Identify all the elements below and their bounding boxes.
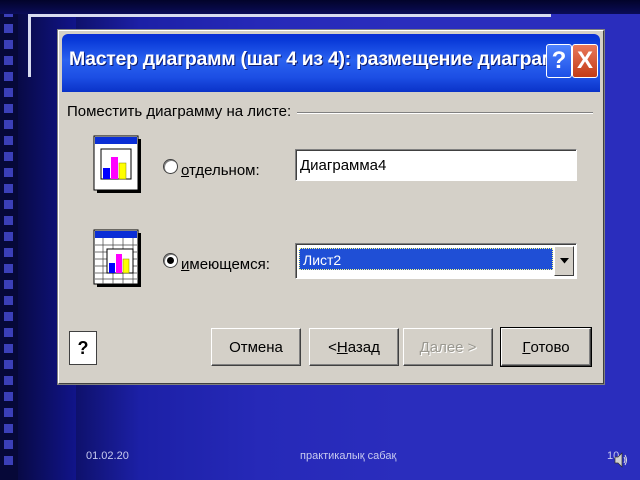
speaker-icon[interactable]: [614, 451, 628, 469]
dropdown-arrow-icon: [559, 258, 569, 264]
office-assistant-icon: ?: [77, 337, 89, 358]
radio-existing-sheet[interactable]: [163, 253, 178, 268]
existing-sheet-selected-value: Лист2: [299, 248, 553, 270]
slide-top-band: [0, 0, 640, 14]
office-assistant-button[interactable]: ?: [69, 331, 97, 365]
help-icon: ?: [551, 47, 567, 74]
existing-sheet-select[interactable]: Лист2: [295, 243, 577, 279]
finish-button[interactable]: Готово: [500, 327, 592, 367]
chart-wizard-dialog: Мастер диаграмм (шаг 4 из 4): размещение…: [58, 30, 604, 384]
group-separator: [275, 112, 593, 114]
next-button: Далее >: [403, 328, 493, 366]
help-button[interactable]: ?: [546, 44, 572, 78]
option-existing-label[interactable]: имеющемся:: [181, 256, 270, 273]
close-button[interactable]: X: [572, 44, 598, 78]
dropdown-button[interactable]: [554, 246, 574, 276]
radio-separate-sheet[interactable]: [163, 159, 178, 174]
slide-caption: практикалық сабақ: [300, 450, 397, 462]
option-separate-label[interactable]: отдельном:: [181, 162, 260, 179]
cancel-button[interactable]: Отмена: [211, 328, 301, 366]
dialog-title-bar[interactable]: Мастер диаграмм (шаг 4 из 4): размещение…: [62, 34, 600, 92]
close-icon: X: [576, 47, 593, 74]
slide-date: 01.02.20: [86, 450, 129, 462]
embedded-chart-icon: [93, 229, 141, 287]
new-sheet-name-input[interactable]: [295, 149, 577, 181]
placement-group-label: Поместить диаграмму на листе:: [67, 103, 298, 120]
chart-sheet-icon: [93, 135, 141, 193]
back-button[interactable]: < Назад: [309, 328, 399, 366]
radio-selected-dot: [167, 257, 174, 264]
dialog-title: Мастер диаграмм (шаг 4 из 4): размещение…: [69, 48, 587, 70]
slide-left-stripe: [0, 0, 18, 480]
